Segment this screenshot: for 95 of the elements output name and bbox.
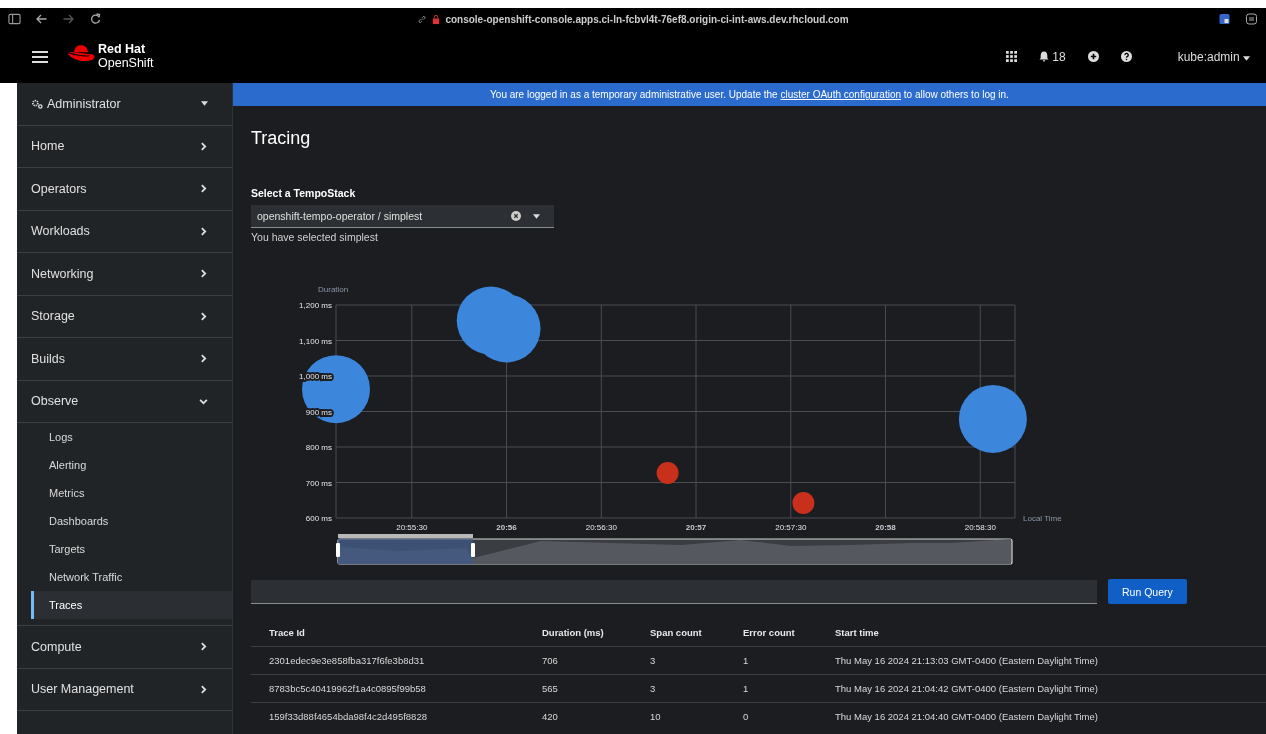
trace-point[interactable] (656, 461, 679, 484)
trace-id-link[interactable]: 159f33d88f4654bda98f4c2d495f8828 (251, 702, 524, 730)
y-axis-title: Duration (318, 285, 349, 294)
query-field[interactable] (251, 579, 1097, 604)
x-tick-label: 20:57:30 (775, 523, 807, 532)
nav-item[interactable]: Home (17, 125, 232, 168)
sidebar-toggle-icon[interactable] (8, 13, 21, 25)
x-tick-label: 20:57 (685, 523, 707, 532)
url-text[interactable]: console-openshift-console.apps.ci-ln-fcbvl4t-76ef8.origin-ci-int-aws.dev.rhcloud.com (445, 13, 849, 25)
reload-icon[interactable] (89, 13, 102, 25)
table-cell: Thu May 16 2024 21:04:42 GMT-0400 (Eastern Daylight Time) (817, 674, 1266, 703)
table-cell: 565 (524, 674, 632, 703)
notifications-button[interactable]: 18 (1039, 49, 1066, 64)
chevron-icon (199, 354, 208, 364)
column-header[interactable]: Duration (ms) (524, 618, 632, 647)
back-icon[interactable] (35, 13, 48, 25)
trace-id-link[interactable]: 8783bc5c40419962f1a4c0895f99b58 (251, 674, 524, 703)
helper-text: You have selected simplest (251, 231, 378, 243)
page-title: Tracing (251, 128, 311, 149)
trace-point[interactable] (792, 492, 815, 515)
trace-id-link[interactable]: 2301edec9e3e858fba317f6fe3b8d31 (251, 646, 524, 675)
link-icon (417, 13, 428, 25)
add-icon[interactable] (1087, 51, 1099, 62)
bell-icon (1039, 51, 1050, 62)
x-tick-label: 20:55:30 (396, 523, 428, 532)
y-tick-label: 600 ms (305, 514, 332, 523)
chevron-icon (199, 642, 208, 652)
table-cell: 706 (524, 646, 632, 675)
nav-item[interactable]: Workloads (17, 210, 232, 253)
nav-item[interactable]: Operators (17, 168, 232, 211)
forward-icon[interactable] (62, 13, 75, 25)
nav-item[interactable]: Compute (17, 626, 232, 669)
y-tick-label: 1,200 ms (299, 301, 332, 310)
nav-item[interactable]: User Management (17, 668, 232, 711)
nav-subitem[interactable]: Alerting (31, 451, 232, 479)
lock-icon (431, 13, 442, 25)
table-cell: Thu May 16 2024 21:13:03 GMT-0400 (Eastern Daylight Time) (817, 646, 1266, 675)
user-menu[interactable]: kube:admin (1177, 49, 1250, 64)
x-tick-label: 20:58:30 (964, 523, 996, 532)
table-cell: 1 (725, 674, 817, 703)
clear-icon[interactable] (511, 211, 521, 221)
x-axis-title: Local Time (1023, 514, 1062, 523)
product-name: OpenShift (98, 56, 154, 70)
column-header[interactable]: Span count (632, 618, 725, 647)
chevron-icon (199, 684, 208, 694)
perspective-switcher[interactable]: Administrator (17, 83, 232, 126)
x-tick-label: 20:58 (875, 523, 896, 532)
x-tick-label: 20:56:30 (585, 523, 617, 532)
column-header[interactable]: Trace Id (251, 618, 524, 647)
table-cell: 0 (725, 702, 817, 730)
caret-icon (1243, 55, 1250, 61)
chevron-icon (199, 226, 208, 236)
oauth-link[interactable]: cluster OAuth configuration (780, 89, 902, 100)
table-cell: 1 (725, 646, 817, 675)
brand-name: Red Hat (98, 43, 147, 57)
chevron-icon (199, 141, 208, 151)
nav-item[interactable]: Builds (17, 338, 232, 381)
column-header[interactable]: Error count (725, 618, 817, 647)
help-icon[interactable] (1120, 51, 1132, 62)
caret-icon (201, 101, 208, 107)
y-tick-label: 800 ms (305, 443, 332, 452)
app-grid-icon[interactable] (1006, 51, 1018, 62)
chevron-icon (199, 269, 208, 279)
nav-item[interactable]: Networking (17, 253, 232, 296)
y-tick-label: 700 ms (305, 478, 332, 488)
chevron-icon (199, 311, 208, 321)
overview-drawing[interactable] (336, 534, 1013, 565)
x-tick-label: 20:56 (496, 523, 517, 532)
select-label: Select a TempoStack (251, 187, 356, 199)
nav-item[interactable]: Observe (17, 380, 232, 423)
table-cell: 3 (632, 646, 725, 675)
nav-subitem[interactable]: Traces (31, 591, 232, 619)
tempostack-select[interactable]: openshift-tempo-operator / simplest (251, 205, 554, 228)
nav-subitem[interactable]: Network Traffic (31, 563, 232, 591)
table-cell: 10 (632, 702, 725, 730)
menu-icon[interactable] (32, 49, 48, 64)
reader-icon[interactable] (1245, 13, 1258, 25)
nav-subitem[interactable]: Dashboards (31, 507, 232, 535)
nav-subitem[interactable]: Logs (31, 423, 232, 451)
nav-subitem[interactable]: Targets (31, 535, 232, 563)
gears-icon (31, 98, 43, 109)
banner-text: You are logged in as a temporary administrative user. Update the cluster OAuth configuration to allow others to log in. (490, 89, 1009, 100)
extension-icon[interactable] (1218, 13, 1231, 25)
y-tick-label: 1,100 ms (299, 336, 332, 346)
table-cell: 420 (524, 702, 632, 730)
caret-icon[interactable] (533, 213, 540, 219)
table-cell: Thu May 16 2024 21:04:40 GMT-0400 (Eastern Daylight Time) (817, 702, 1266, 730)
table-cell: 3 (632, 674, 725, 703)
column-header[interactable]: Start time (817, 618, 1266, 647)
nav-item[interactable]: Storage (17, 295, 232, 338)
trace-point[interactable] (958, 384, 1027, 453)
run-query-button[interactable]: Run Query (1108, 579, 1187, 604)
nav-subitem[interactable]: Metrics (31, 479, 232, 507)
chevron-icon (199, 396, 208, 406)
chevron-icon (199, 184, 208, 194)
